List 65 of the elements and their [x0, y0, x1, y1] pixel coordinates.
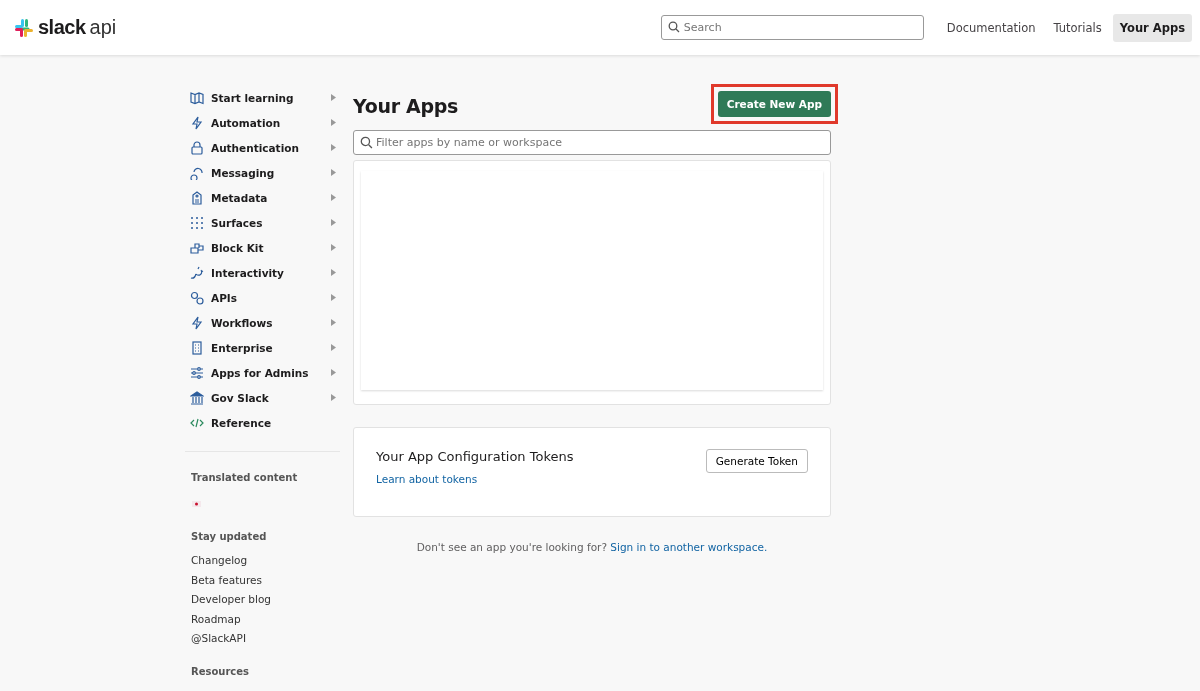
sidebar-item[interactable]: Authentication [185, 135, 340, 160]
dot-grid-icon [190, 215, 204, 230]
learn-tokens-link[interactable]: Learn about tokens [376, 473, 478, 485]
footer-prompt: Don't see an app you're looking for? Sign in to another workspace. [415, 541, 769, 553]
sidebar-item[interactable]: Interactivity [185, 260, 340, 285]
sidebar-item-label: Start learning [211, 91, 295, 104]
page-title: Your Apps [353, 94, 459, 117]
nav-link[interactable]: Tutorials [1046, 13, 1109, 42]
map-icon [190, 90, 204, 105]
tokens-title: Your App Configuration Tokens [376, 449, 574, 464]
building-icon [190, 340, 204, 355]
sidebar-item-label: Block Kit [211, 241, 265, 254]
sidebar-item-label: Metadata [211, 191, 269, 204]
sidebar-item[interactable]: Automation [185, 110, 340, 135]
sidebar-link[interactable]: Beta features [185, 573, 340, 593]
lightning-icon [190, 315, 204, 330]
sidebar-item-label: Interactivity [211, 266, 285, 279]
sidebar-item-label: Automation [211, 116, 282, 129]
generate-token-button[interactable]: Generate Token [705, 449, 808, 473]
blocks-icon [190, 240, 204, 255]
tag-icon [190, 190, 204, 205]
sidebar-item[interactable]: Metadata [185, 185, 340, 210]
sidebar-item[interactable]: Apps for Admins [185, 360, 340, 385]
section-heading: Stay updated [190, 531, 268, 542]
sliders-icon [190, 365, 204, 380]
lock-icon [190, 140, 204, 155]
section-heading: Translated content [190, 472, 299, 483]
sidebar-item[interactable]: Reference [185, 410, 340, 435]
nav-link[interactable]: Your Apps [1112, 13, 1192, 42]
filter-field[interactable]: Filter apps by name or workspace [353, 130, 831, 155]
sidebar-item-label: Enterprise [211, 341, 274, 354]
sidebar-item[interactable]: Enterprise [185, 335, 340, 360]
sidebar-item-label: APIs [211, 291, 238, 304]
bank-icon [190, 390, 204, 405]
section-heading: Resources [190, 665, 251, 677]
sidebar-link[interactable]: Developer blog [185, 593, 340, 613]
logo-wordmark[interactable]: slack [38, 16, 86, 39]
sidebar-item-label: Workflows [211, 316, 274, 329]
sidebar-item-label: Reference [211, 416, 273, 429]
sidebar-item-label: Surfaces [211, 216, 264, 229]
sidebar-link[interactable]: @SlackAPI [185, 632, 340, 652]
sidebar-item[interactable]: Workflows [185, 310, 340, 335]
sidebar-item-label: Apps for Admins [211, 366, 310, 379]
create-app-button[interactable]: Create New App [717, 91, 831, 117]
sidebar-item[interactable]: Surfaces [185, 210, 340, 235]
sidebar-link[interactable]: Changelog [185, 554, 340, 574]
nav-link[interactable]: Documentation [939, 13, 1043, 42]
logo-suffix[interactable]: api [89, 16, 117, 39]
sidebar-link[interactable]: Roadmap [185, 612, 340, 632]
sidebar-item[interactable]: Block Kit [185, 235, 340, 260]
sidebar-item[interactable]: APIs [185, 285, 340, 310]
lightning-icon [190, 115, 204, 130]
search-icon [667, 21, 680, 33]
japan-flag-icon[interactable] [192, 501, 201, 507]
search-icon [360, 136, 373, 149]
sidebar-item-label: Messaging [211, 166, 276, 179]
sidebar-item[interactable]: Gov Slack [185, 385, 340, 410]
search-field[interactable]: Search [660, 15, 924, 40]
slack-logo-icon [14, 17, 34, 38]
sidebar-item[interactable]: Messaging [185, 160, 340, 185]
gears-icon [190, 290, 204, 305]
sidebar-item-label: Gov Slack [211, 391, 270, 404]
sidebar-item[interactable]: Start learning [185, 85, 340, 110]
sidebar-item-label: Authentication [211, 141, 300, 154]
sign-in-link[interactable]: Sign in to another workspace. [610, 541, 768, 553]
